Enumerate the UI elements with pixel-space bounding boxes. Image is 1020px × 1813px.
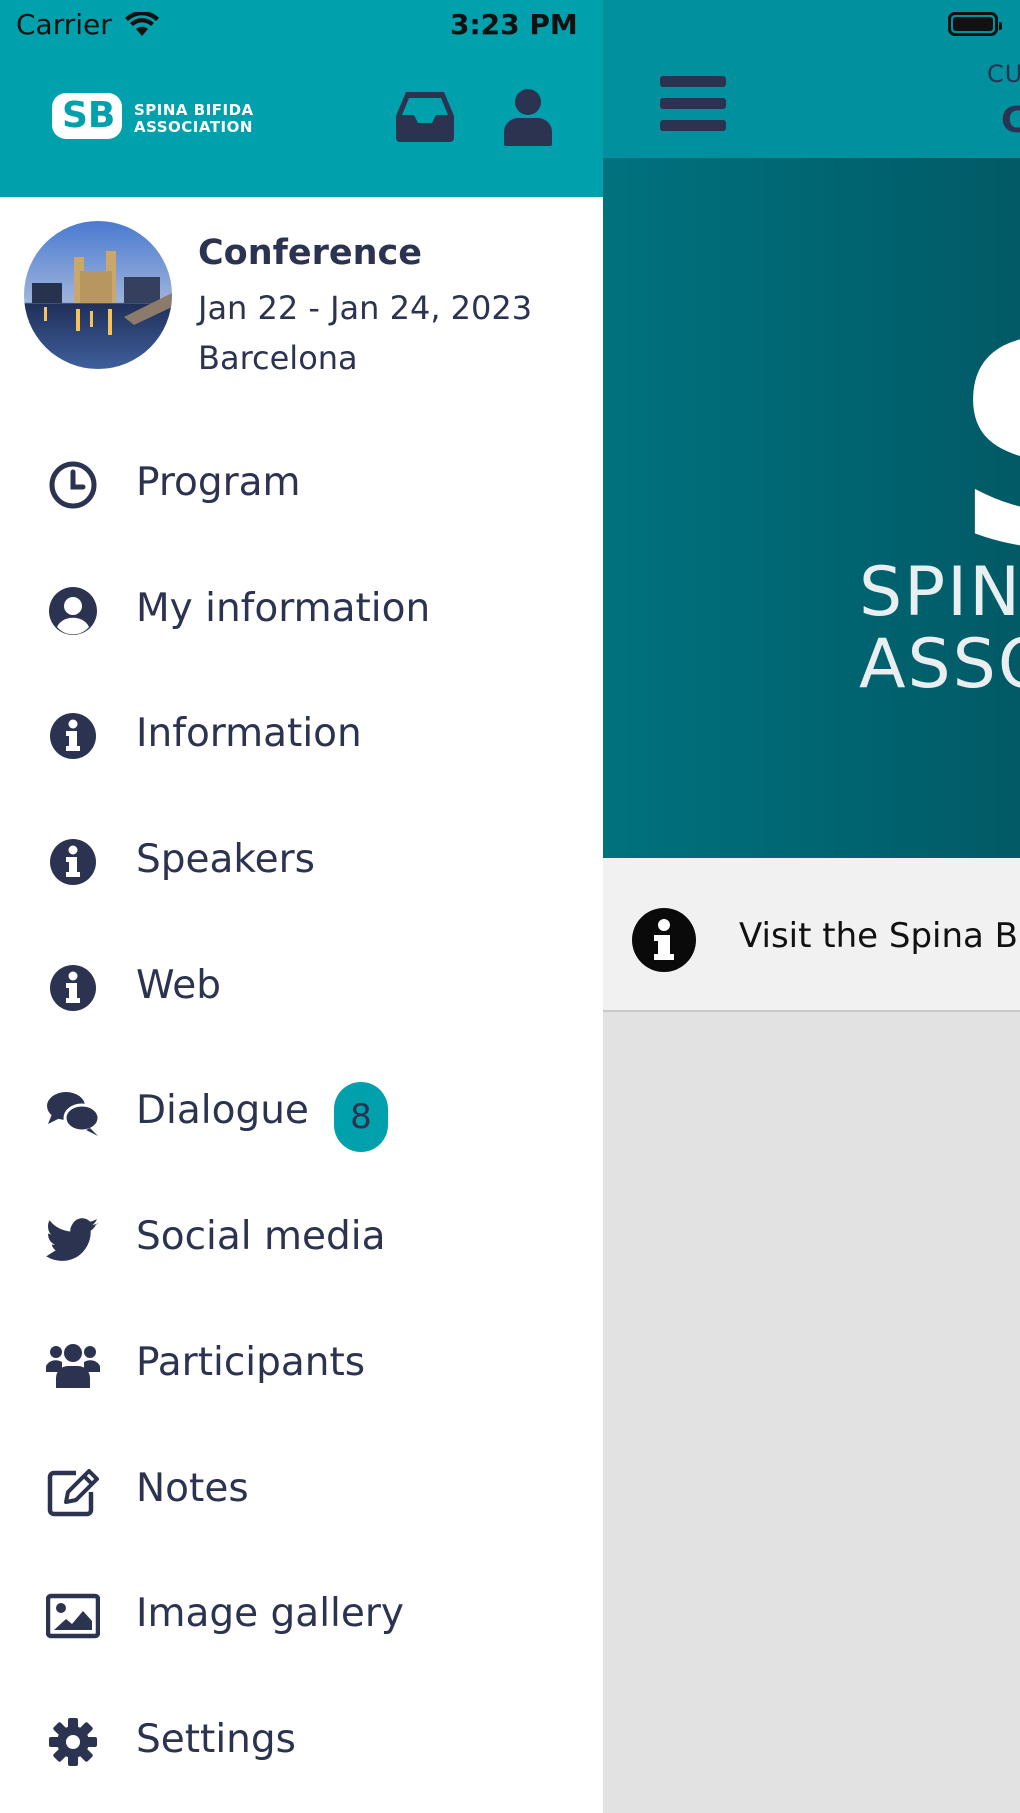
menu-label: Social media [136,1214,386,1260]
menu-item-notes[interactable]: Notes [0,1424,603,1550]
clock-icon [49,461,97,509]
association-logo: SB SPINA BIFIDA ASSOCIATION [52,93,253,141]
main-header-title: C [1001,100,1020,141]
menu-item-web[interactable]: Web [0,921,603,1047]
menu-label: Information [136,711,362,757]
menu-label: Notes [136,1465,249,1511]
logo-mark: SB [52,93,122,139]
logo-mark-text: SB [62,95,116,136]
edit-icon [47,1468,99,1516]
menu-label: Speakers [136,837,315,883]
unread-count-badge: 8 [334,1082,388,1153]
logo-text-line2: ASSOCIATION [134,118,253,136]
inbox-icon[interactable] [396,90,454,142]
status-carrier: Carrier [16,8,112,41]
twitter-icon [46,1218,100,1262]
association-banner: S SPIN ASSO [603,158,1020,858]
banner-logo-letter: S [953,308,1020,588]
hamburger-menu-icon[interactable] [660,76,726,131]
menu-label: Dialogue [136,1088,309,1134]
image-icon [46,1593,100,1639]
main-header: CU C [603,0,1020,158]
menu-label: My information [136,585,431,631]
menu-item-my-information[interactable]: My information [0,544,603,670]
menu-label: Settings [136,1716,296,1762]
menu-label: Participants [136,1339,366,1385]
main-screen: CU C S SPIN ASSO Visit the Spina Bif [603,0,1020,1813]
chat-icon [47,1092,100,1137]
battery-icon [948,12,1002,36]
event-dates: Jan 22 - Jan 24, 2023 [198,289,533,327]
menu-item-program[interactable]: Program [0,418,603,544]
event-title: Conference [198,233,423,273]
menu-item-information[interactable]: Information [0,669,603,795]
info-icon [50,713,96,760]
info-icon [50,839,96,886]
user-circle-icon [49,586,97,635]
drawer-menu: Program My information Information Speak… [0,418,603,1801]
visit-website-row[interactable]: Visit the Spina Bif [603,858,1020,1012]
banner-text-line1: SPIN [859,553,1020,632]
main-header-subtitle: CU [987,60,1020,88]
menu-label: Web [136,962,222,1008]
status-time: 3:23 PM [450,8,578,41]
menu-item-speakers[interactable]: Speakers [0,795,603,921]
event-photo [24,221,172,369]
gear-icon [49,1717,97,1766]
info-icon [50,964,96,1011]
menu-item-image-gallery[interactable]: Image gallery [0,1549,603,1675]
users-icon [46,1343,100,1388]
menu-item-participants[interactable]: Participants [0,1298,603,1424]
event-summary[interactable]: Conference Jan 22 - Jan 24, 2023 Barcelo… [0,197,603,387]
wifi-icon [125,12,159,36]
info-icon [632,908,696,972]
event-location: Barcelona [198,339,358,377]
side-drawer: Carrier 3:23 PM SB SPINA BIFIDA ASSOCIAT… [0,0,603,1813]
banner-text-line2: ASSO [859,625,1020,704]
menu-item-dialogue[interactable]: Dialogue 8 [0,1046,603,1172]
menu-item-settings[interactable]: Settings [0,1675,603,1801]
user-icon[interactable] [504,88,552,146]
menu-label: Image gallery [136,1591,404,1637]
logo-text-line1: SPINA BIFIDA [134,101,254,119]
drawer-header: Carrier 3:23 PM SB SPINA BIFIDA ASSOCIAT… [0,0,603,197]
menu-item-social-media[interactable]: Social media [0,1172,603,1298]
menu-label: Program [136,460,301,505]
visit-website-text: Visit the Spina Bif [739,916,1020,956]
